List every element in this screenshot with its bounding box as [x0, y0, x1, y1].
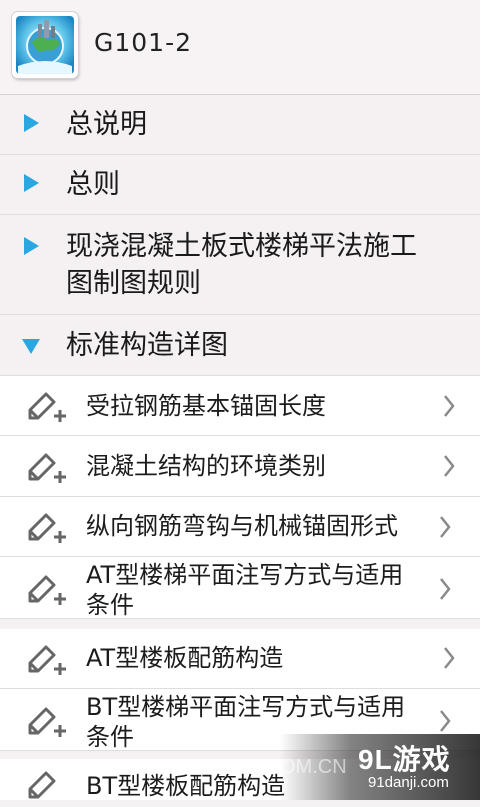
list-item-label: 纵向钢筋弯钩与机械锚固形式	[86, 512, 398, 540]
pencil-add-icon	[28, 707, 66, 737]
section-label-line2: 图制图规则	[66, 268, 201, 299]
section-general-description[interactable]: 总说明	[0, 95, 480, 155]
chevron-right-icon	[444, 395, 455, 417]
divider	[0, 619, 480, 629]
section-label: 总说明	[66, 109, 147, 140]
expand-right-icon	[24, 114, 39, 132]
expand-right-icon	[24, 237, 39, 255]
watermark-url: 91danji.com	[368, 774, 449, 791]
list-item-label-line1: BT型楼梯平面注写方式与适用	[86, 693, 406, 721]
app-title: G101-2	[94, 28, 193, 57]
watermark-text: OM.CN	[280, 756, 347, 778]
chevron-right-icon	[444, 455, 455, 477]
pencil-add-icon	[28, 645, 66, 675]
list-item-label-line1: AT型楼梯平面注写方式与适用	[86, 561, 404, 589]
app-header: G101-2	[0, 0, 480, 95]
pencil-add-icon	[28, 392, 66, 422]
chevron-right-icon	[440, 516, 451, 538]
list-item[interactable]: AT型楼板配筋构造	[0, 629, 480, 689]
chevron-right-icon	[440, 710, 451, 732]
list-item-label: 受拉钢筋基本锚固长度	[86, 392, 326, 420]
list-item-label: 混凝土结构的环境类别	[86, 452, 326, 480]
list-item[interactable]: 受拉钢筋基本锚固长度	[0, 376, 480, 436]
section-label-line1: 现浇混凝土板式楼梯平法施工	[66, 231, 417, 262]
pencil-add-icon	[28, 771, 56, 799]
section-drawing-rules[interactable]: 现浇混凝土板式楼梯平法施工 图制图规则	[0, 215, 480, 315]
list-item-label: AT型楼板配筋构造	[86, 644, 284, 672]
expand-down-icon	[22, 339, 40, 354]
app-logo-icon[interactable]	[12, 12, 78, 78]
list-item[interactable]: 混凝土结构的环境类别	[0, 436, 480, 497]
list-item-label-line2: 条件	[86, 591, 134, 619]
section-label: 标准构造详图	[66, 330, 228, 361]
pencil-add-icon	[28, 453, 66, 483]
watermark-logo: 9L游戏	[358, 744, 451, 775]
expand-right-icon	[24, 174, 39, 192]
list-item[interactable]: AT型楼梯平面注写方式与适用 条件	[0, 557, 480, 619]
chevron-right-icon	[444, 647, 455, 669]
section-label: 总则	[66, 169, 120, 200]
pencil-add-icon	[28, 513, 66, 543]
section-standard-details[interactable]: 标准构造详图	[0, 315, 480, 376]
section-general-rules[interactable]: 总则	[0, 155, 480, 215]
pencil-add-icon	[28, 575, 66, 605]
chevron-right-icon	[440, 578, 451, 600]
watermark: OM.CN 9L游戏 91danji.com	[280, 734, 480, 800]
list-item[interactable]: 纵向钢筋弯钩与机械锚固形式	[0, 497, 480, 557]
